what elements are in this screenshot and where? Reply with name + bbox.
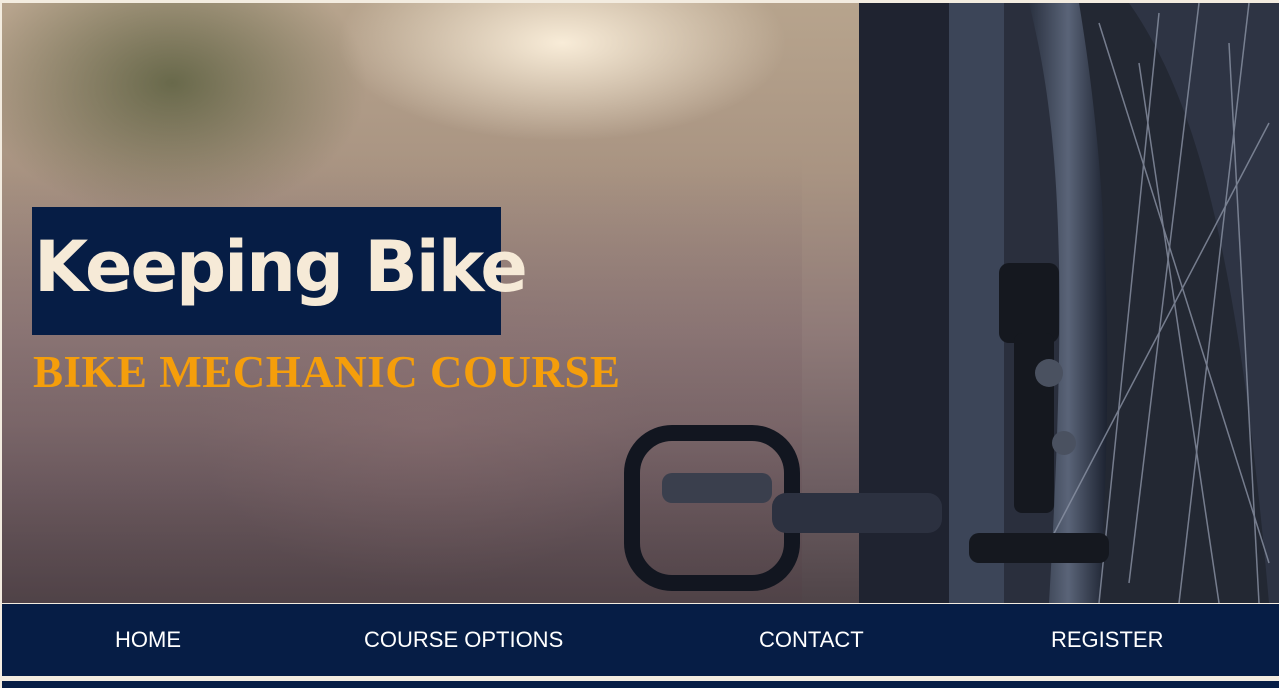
bottom-divider — [2, 681, 1279, 688]
nav-contact-link[interactable]: CONTACT — [759, 604, 864, 676]
hero-title: Keeping Bike — [34, 226, 528, 308]
pedal-icon — [624, 425, 942, 591]
main-navigation: HOME COURSE OPTIONS CONTACT REGISTER — [2, 604, 1279, 676]
nav-course-options-link[interactable]: COURSE OPTIONS — [364, 604, 563, 676]
nav-home-link[interactable]: HOME — [115, 604, 181, 676]
nav-register-link[interactable]: REGISTER — [1051, 604, 1163, 676]
hero-subtitle: BIKE MECHANIC COURSE — [33, 347, 621, 397]
page: Keeping Bike BIKE MECHANIC COURSE HOME C… — [0, 0, 1279, 688]
